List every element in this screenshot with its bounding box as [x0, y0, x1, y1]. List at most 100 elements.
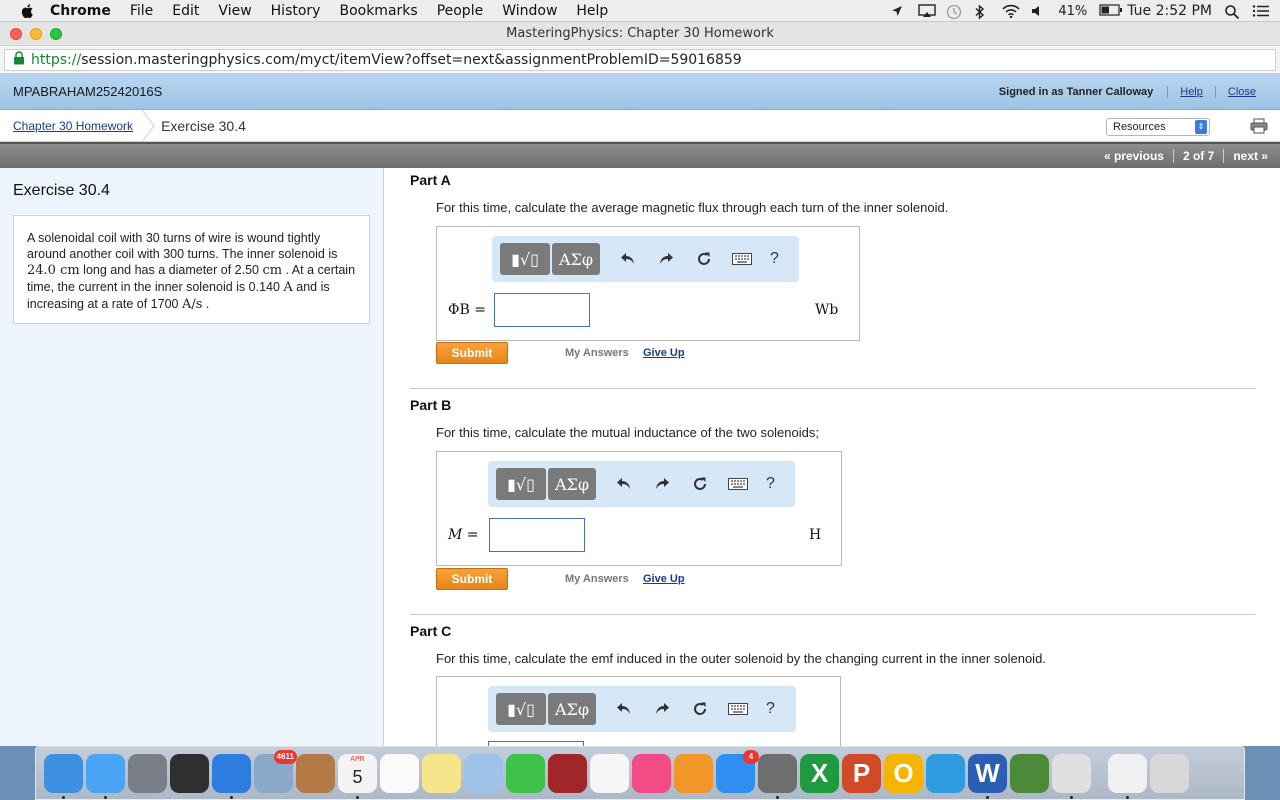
powerpoint-icon[interactable]: P	[842, 753, 881, 793]
previous-link[interactable]: « previous	[1095, 149, 1173, 163]
resources-dropdown[interactable]: Resources ⇕	[1106, 118, 1210, 136]
menubar-clock[interactable]: Tue 2:52 PM	[1127, 3, 1212, 19]
secure-lock-icon[interactable]	[13, 51, 25, 69]
contacts-icon[interactable]	[296, 753, 335, 793]
running-indicator	[104, 795, 107, 799]
xquartz-icon[interactable]	[1010, 753, 1049, 793]
reset-icon[interactable]	[690, 699, 710, 719]
preview-icon[interactable]	[464, 753, 503, 793]
ibooks-icon[interactable]	[674, 753, 713, 793]
activity-monitor-icon[interactable]	[170, 753, 209, 793]
trash-icon[interactable]	[1150, 753, 1189, 793]
symbols-button[interactable]: ΑΣφ	[552, 243, 600, 275]
messages-icon[interactable]	[86, 753, 125, 799]
math-toolbar: ▮√▯ ΑΣφ ?	[488, 686, 796, 732]
reset-icon[interactable]	[690, 474, 710, 494]
part-b-question: For this time, calculate the mutual indu…	[436, 425, 819, 440]
system-preferences-icon[interactable]	[758, 753, 797, 799]
app-store-icon[interactable]: 4	[716, 749, 759, 793]
help-button[interactable]: ?	[770, 250, 779, 268]
printer-icon[interactable]	[1250, 118, 1268, 134]
templates-button[interactable]: ▮√▯	[496, 468, 546, 500]
close-window-button[interactable]	[10, 28, 22, 40]
part-b-answer-input[interactable]	[489, 518, 585, 552]
exercise-statement: A solenoidal coil with 30 turns of wire …	[13, 215, 370, 324]
next-link[interactable]: next »	[1224, 149, 1280, 163]
time-machine-icon[interactable]	[946, 4, 962, 20]
itunes-icon[interactable]	[632, 753, 671, 793]
menu-edit[interactable]: Edit	[172, 3, 199, 19]
apple-icon[interactable]	[20, 3, 36, 19]
part-a-variable: ΦB =	[448, 302, 486, 318]
volume-icon[interactable]	[1030, 4, 1046, 18]
keyboard-icon[interactable]	[728, 474, 748, 494]
launchpad-icon[interactable]	[128, 753, 167, 793]
calendar-icon[interactable]: 5 APR	[338, 753, 377, 799]
problem-nav-bar: « previous 2 of 7 next »	[0, 142, 1280, 168]
breadcrumb-assignment-link[interactable]: Chapter 30 Homework	[13, 119, 133, 133]
part-a-answer-input[interactable]	[494, 293, 590, 327]
help-button[interactable]: ?	[766, 700, 775, 718]
redo-icon[interactable]	[652, 474, 672, 494]
menu-people[interactable]: People	[437, 3, 484, 19]
keyboard-icon[interactable]	[728, 699, 748, 719]
onenote-icon[interactable]: O	[884, 753, 923, 793]
menu-bookmarks[interactable]: Bookmarks	[339, 3, 417, 19]
undo-icon[interactable]	[614, 699, 634, 719]
zoom-window-button[interactable]	[50, 28, 62, 40]
menu-history[interactable]: History	[271, 3, 321, 19]
wifi-icon[interactable]	[1002, 4, 1020, 19]
help-button[interactable]: ?	[766, 475, 775, 493]
header-links: Signed in as Tanner Calloway Help Close	[999, 74, 1268, 110]
spotlight-icon[interactable]	[1224, 4, 1240, 20]
menu-window[interactable]: Window	[502, 3, 557, 19]
menu-view[interactable]: View	[218, 3, 251, 19]
bluetooth-icon[interactable]	[974, 4, 990, 20]
location-icon[interactable]	[890, 4, 906, 18]
excel-icon[interactable]: X	[800, 753, 839, 793]
part-a-submit-button[interactable]: Submit	[436, 342, 508, 364]
reset-icon[interactable]	[694, 249, 714, 269]
finder-icon[interactable]	[44, 753, 83, 799]
part-a-give-up-link[interactable]: Give Up	[643, 347, 685, 359]
help-link[interactable]: Help	[1167, 86, 1215, 98]
safari-icon[interactable]	[212, 753, 251, 799]
exercise-title: Exercise 30.4	[13, 182, 110, 199]
messenger-icon[interactable]	[926, 753, 965, 793]
part-b-submit-button[interactable]: Submit	[436, 568, 508, 590]
minimize-window-button[interactable]	[30, 28, 42, 40]
keyboard-icon[interactable]	[732, 249, 752, 269]
menu-app-name[interactable]: Chrome	[50, 3, 111, 19]
photos-icon[interactable]	[590, 753, 629, 793]
facetime-icon[interactable]	[506, 753, 545, 793]
notes-icon[interactable]	[422, 753, 461, 793]
word-icon[interactable]: W	[968, 753, 1007, 799]
templates-button[interactable]: ▮√▯	[496, 693, 546, 725]
templates-button[interactable]: ▮√▯	[500, 243, 550, 275]
battery-icon[interactable]	[1099, 4, 1123, 18]
close-link[interactable]: Close	[1214, 86, 1268, 98]
notification-center-icon[interactable]	[1252, 4, 1269, 18]
photo-booth-icon[interactable]	[548, 753, 587, 793]
undo-icon[interactable]	[618, 249, 638, 269]
url-scheme: https://	[31, 52, 82, 68]
undo-icon[interactable]	[614, 474, 634, 494]
dock: 4611 5 APR 4 X P O W	[35, 746, 1245, 800]
airplay-icon[interactable]	[918, 4, 937, 18]
address-bar[interactable]: https://session.masteringphysics.com/myc…	[4, 49, 1276, 71]
menu-help[interactable]: Help	[576, 3, 608, 19]
chrome-icon[interactable]	[1052, 753, 1091, 799]
dock-icon-label: O	[893, 757, 914, 788]
symbols-button[interactable]: ΑΣφ	[548, 468, 596, 500]
menu-file[interactable]: File	[130, 3, 153, 19]
menubar: Chrome File Edit View History Bookmarks …	[0, 0, 1280, 22]
redo-icon[interactable]	[652, 699, 672, 719]
symbols-button[interactable]: ΑΣφ	[548, 693, 596, 725]
reminders-icon[interactable]	[380, 753, 419, 793]
mail-icon[interactable]: 4611	[254, 749, 297, 793]
window-titlebar: MasteringPhysics: Chapter 30 Homework	[0, 22, 1280, 46]
redo-icon[interactable]	[656, 249, 676, 269]
resources-label: Resources	[1113, 121, 1166, 133]
part-b-give-up-link[interactable]: Give Up	[643, 573, 685, 585]
word-document-icon[interactable]	[1108, 753, 1147, 799]
